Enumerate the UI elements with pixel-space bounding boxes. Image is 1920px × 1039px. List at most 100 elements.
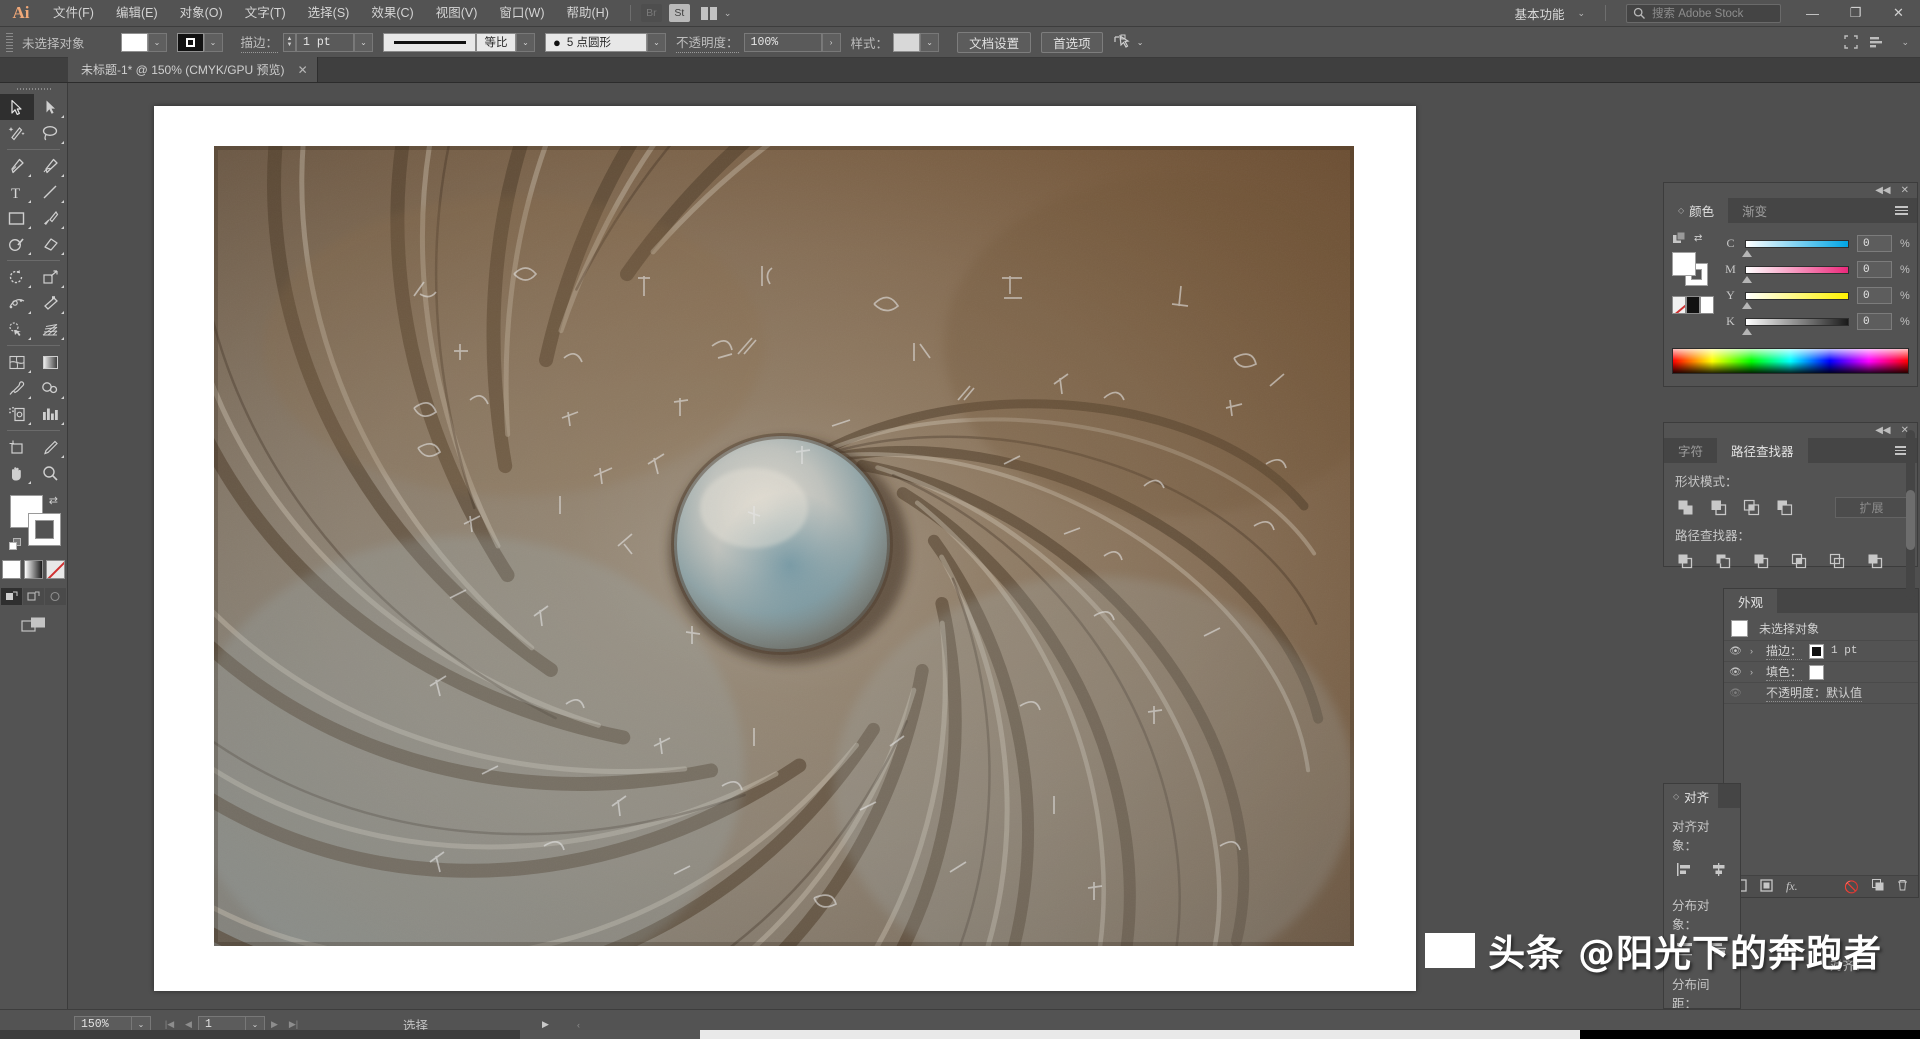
- graphic-style-swatch[interactable]: [893, 32, 921, 52]
- minus-front-icon[interactable]: [1706, 496, 1730, 518]
- fill-chevron-down-icon[interactable]: ⌄: [147, 32, 167, 52]
- select-similar-icon[interactable]: [1113, 34, 1131, 50]
- align-panel[interactable]: ◇ 对齐 对齐对象： 分布对象： 分布间距：: [1663, 783, 1741, 1009]
- collapse-icon[interactable]: ◀◀: [1875, 185, 1890, 196]
- gradient-tool[interactable]: [34, 349, 68, 375]
- rotate-tool[interactable]: [0, 264, 34, 290]
- close-icon[interactable]: ✕: [298, 63, 308, 77]
- document-tab[interactable]: 未标题-1* @ 150% (CMYK/GPU 预览) ✕: [68, 57, 318, 82]
- opacity-flyout-icon[interactable]: ›: [821, 32, 841, 52]
- slice-tool[interactable]: [34, 434, 68, 460]
- artboard[interactable]: [154, 106, 1416, 991]
- collapse-icon[interactable]: ◀◀: [1875, 425, 1890, 436]
- tab-color[interactable]: ◇ 颜色: [1664, 198, 1729, 223]
- selection-tool[interactable]: [0, 94, 34, 120]
- distribute-center-vertical-icon[interactable]: [1707, 938, 1730, 959]
- width-tool[interactable]: [0, 290, 34, 316]
- align-left-icon[interactable]: [1673, 859, 1696, 880]
- color-spectrum-bar[interactable]: [1672, 348, 1909, 374]
- panel-scrollbar-thumb[interactable]: [1906, 490, 1915, 550]
- paintbrush-tool[interactable]: [34, 205, 68, 231]
- artwork-image[interactable]: [214, 146, 1354, 946]
- color-panel[interactable]: ◀◀ ✕ ◇ 颜色 渐变 ⇄ C 0 % M 0 % Y 0 % K 0 %: [1663, 182, 1918, 387]
- stroke-chevron-down-icon[interactable]: ⌄: [203, 32, 223, 52]
- menu-effect[interactable]: 效果(C): [360, 0, 424, 27]
- shaper-tool[interactable]: [0, 231, 34, 257]
- slider-track-y[interactable]: [1742, 291, 1849, 309]
- tab-appearance[interactable]: 外观: [1724, 589, 1778, 614]
- stroke-color-swatch[interactable]: [28, 513, 61, 546]
- expand-button[interactable]: 扩展: [1835, 496, 1908, 518]
- draw-behind-icon[interactable]: [23, 588, 44, 605]
- blend-tool[interactable]: [34, 375, 68, 401]
- color-panel-fill-swatch[interactable]: [1672, 252, 1696, 276]
- menu-window[interactable]: 窗口(W): [488, 0, 555, 27]
- last-artboard-icon[interactable]: ▶|: [284, 1019, 303, 1030]
- type-tool[interactable]: T: [0, 179, 34, 205]
- white-swatch[interactable]: [1700, 296, 1714, 314]
- arrange-chevron-down-icon[interactable]: ⌄: [724, 8, 732, 19]
- stroke-swatch-button[interactable]: [176, 32, 204, 52]
- menu-object[interactable]: 对象(O): [169, 0, 234, 27]
- merge-icon[interactable]: [1749, 550, 1773, 572]
- slider-value-y[interactable]: 0: [1857, 287, 1892, 304]
- scale-tool[interactable]: [34, 264, 68, 290]
- tab-align[interactable]: ◇ 对齐: [1664, 784, 1719, 809]
- status-flyout-icon[interactable]: ▶: [536, 1019, 555, 1030]
- chevron-right-icon[interactable]: ›: [1750, 667, 1759, 677]
- color-mode-button[interactable]: [2, 560, 21, 579]
- slider-thumb-y[interactable]: [1742, 301, 1752, 309]
- first-artboard-icon[interactable]: |◀: [160, 1019, 179, 1030]
- menu-edit[interactable]: 编辑(E): [105, 0, 169, 27]
- color-panel-menu-icon[interactable]: [1895, 198, 1917, 223]
- lasso-tool[interactable]: [34, 120, 68, 146]
- menu-select[interactable]: 选择(S): [297, 0, 361, 27]
- select-similar-chevron-down-icon[interactable]: ⌄: [1131, 33, 1150, 52]
- tab-character[interactable]: 字符: [1664, 438, 1718, 463]
- canvas-area[interactable]: 头条 @阳光下的奔跑者: [68, 83, 1920, 1009]
- next-artboard-icon[interactable]: ▶: [265, 1019, 284, 1030]
- line-segment-tool[interactable]: [34, 179, 68, 205]
- none-swatch[interactable]: [1672, 296, 1686, 314]
- slider-track-m[interactable]: [1742, 265, 1849, 283]
- appearance-opacity-row[interactable]: 👁 不透明度：默认值: [1724, 683, 1918, 704]
- screen-mode-button[interactable]: [0, 616, 67, 633]
- swap-colors-icon[interactable]: ⇄: [1694, 233, 1702, 244]
- brush-chevron-down-icon[interactable]: ⌄: [647, 32, 667, 52]
- color-group-icon[interactable]: [1672, 231, 1687, 246]
- draw-inside-icon[interactable]: [45, 588, 66, 605]
- intersect-icon[interactable]: [1739, 496, 1763, 518]
- delete-item-icon[interactable]: [1897, 879, 1908, 894]
- slider-thumb-m[interactable]: [1742, 275, 1752, 283]
- pen-tool[interactable]: [0, 153, 34, 179]
- tab-gradient[interactable]: 渐变: [1728, 198, 1782, 223]
- target-swatch[interactable]: [1731, 620, 1748, 637]
- preferences-button[interactable]: 首选项: [1041, 31, 1103, 53]
- window-minimize-button[interactable]: —: [1791, 0, 1834, 27]
- eye-icon[interactable]: 👁: [1728, 667, 1743, 678]
- fullscreen-icon[interactable]: [1844, 35, 1859, 49]
- fill-swatch-button[interactable]: [120, 32, 148, 52]
- crop-icon[interactable]: [1787, 550, 1811, 572]
- slider-track-c[interactable]: [1742, 239, 1849, 257]
- stroke-weight-chevron-down-icon[interactable]: ⌄: [354, 32, 374, 52]
- stroke-profile-label[interactable]: 等比: [476, 32, 517, 52]
- stroke-profile-chevron-down-icon[interactable]: ⌄: [516, 32, 536, 52]
- menu-type[interactable]: 文字(T): [234, 0, 297, 27]
- appearance-stroke-value[interactable]: 1 pt: [1831, 645, 1857, 657]
- symbol-sprayer-tool[interactable]: [0, 401, 34, 427]
- eraser-tool[interactable]: [34, 231, 68, 257]
- black-swatch[interactable]: [1686, 296, 1700, 314]
- minus-back-icon[interactable]: [1863, 550, 1887, 572]
- optionsbar-grip[interactable]: [6, 32, 13, 52]
- distribute-top-icon[interactable]: [1673, 938, 1696, 959]
- search-stock-input[interactable]: 搜索 Adobe Stock: [1626, 3, 1781, 23]
- tab-pathfinder[interactable]: 路径查找器: [1717, 438, 1808, 463]
- window-maximize-button[interactable]: ❐: [1834, 0, 1877, 27]
- curvature-tool[interactable]: [34, 153, 68, 179]
- slider-value-k[interactable]: 0: [1857, 313, 1892, 330]
- rectangle-tool[interactable]: [0, 205, 34, 231]
- appearance-fill-swatch[interactable]: [1809, 664, 1825, 680]
- panel-scrollbar[interactable]: [1906, 430, 1915, 600]
- align-center-horizontal-icon[interactable]: [1707, 859, 1730, 880]
